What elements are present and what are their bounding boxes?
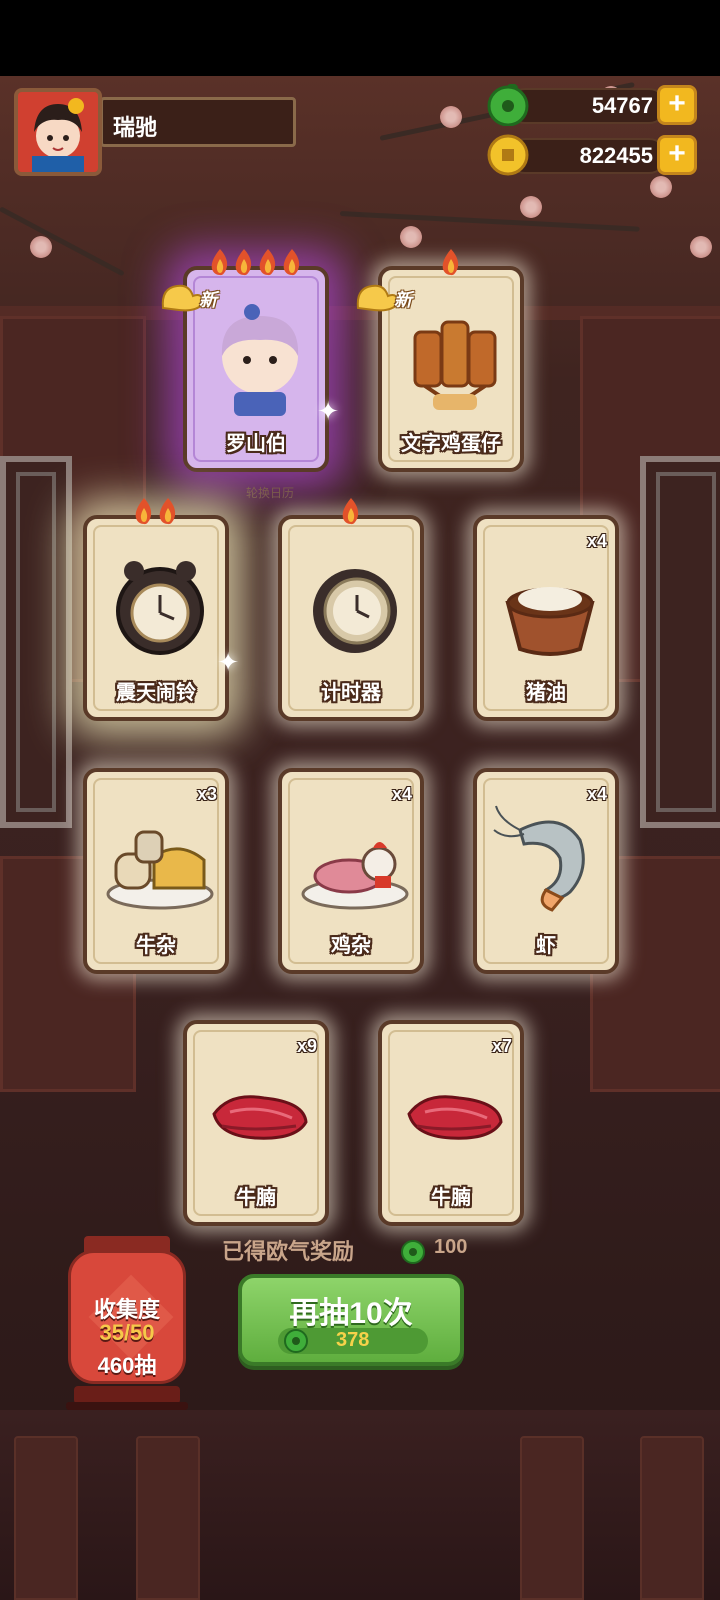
card-label: 震天闹铃 xyxy=(116,682,196,704)
rarity-flames xyxy=(282,497,420,527)
reward-card[interactable]: x4 鸡杂 xyxy=(278,768,424,974)
blossom-branch xyxy=(0,206,125,277)
rarity-flames xyxy=(87,497,225,527)
card-label: 牛杂 xyxy=(136,935,176,957)
blossom-branch xyxy=(339,211,640,232)
add-gold-button[interactable]: + xyxy=(657,135,697,175)
floor xyxy=(0,1410,720,1600)
flame-icon xyxy=(259,249,276,276)
add-jade-button[interactable]: + xyxy=(657,85,697,125)
jade-coin-icon xyxy=(487,84,529,126)
blossom-flower xyxy=(650,176,672,198)
draw-ten-again-button[interactable]: 再抽10次 378 xyxy=(238,1274,464,1366)
gold-coin-icon xyxy=(487,134,529,176)
fence-post xyxy=(14,1436,78,1600)
draw-cost-value: 378 xyxy=(336,1329,370,1351)
player-name: 瑞驰 xyxy=(113,115,158,140)
card-label: 牛腩 xyxy=(431,1187,471,1209)
blossom-flower xyxy=(520,196,542,218)
jade-currency: 54767 + xyxy=(487,84,697,128)
fence-post xyxy=(520,1436,584,1600)
draw-button-label: 再抽10次 xyxy=(289,1297,413,1330)
collection-lantern[interactable]: 收集度 35/50 460抽 xyxy=(66,1236,188,1414)
flame-icon xyxy=(135,498,152,525)
right-window-lattice xyxy=(640,456,720,828)
reward-card[interactable]: x4 猪油 xyxy=(473,515,619,721)
fence-post xyxy=(136,1436,200,1600)
jade-coin-icon xyxy=(401,1240,425,1264)
beef-brisket-icon xyxy=(212,1095,308,1140)
reward-card[interactable]: 新 文字鸡蛋仔 xyxy=(356,249,524,472)
card-label: 文字鸡蛋仔 xyxy=(401,433,501,455)
beef-brisket-icon xyxy=(407,1095,503,1140)
jade-amount: 54767 xyxy=(591,93,653,118)
card-label: 猪油 xyxy=(526,682,566,704)
shrimp-icon xyxy=(493,805,585,912)
card-label: 计时器 xyxy=(321,682,381,704)
flame-icon xyxy=(159,498,176,525)
reward-card[interactable]: x7 牛腩 xyxy=(378,1020,524,1226)
flame-icon xyxy=(442,249,459,276)
character-luoshanbo-icon xyxy=(221,304,299,416)
card-label: 鸡杂 xyxy=(331,935,371,957)
card-label: 牛腩 xyxy=(236,1187,276,1209)
reward-card[interactable]: x4 虾 xyxy=(473,768,619,974)
gold-currency: 822455 + xyxy=(487,134,697,178)
timer-icon xyxy=(313,569,397,653)
reward-card[interactable]: 新 罗山伯 ✦ xyxy=(161,249,339,472)
beef-offal-icon xyxy=(106,830,214,910)
chicken-offal-icon xyxy=(301,842,409,910)
draw-cost: 378 xyxy=(278,1328,428,1354)
rarity-flames xyxy=(382,248,520,278)
card-label: 虾 xyxy=(536,935,556,957)
fence-post xyxy=(640,1436,704,1600)
sparkle-icon: ✦ xyxy=(317,396,339,426)
lard-bowl-icon xyxy=(505,587,595,656)
player-portrait-icon xyxy=(18,92,98,172)
blossom-flower xyxy=(440,106,462,128)
flame-icon xyxy=(235,249,252,276)
reward-card[interactable]: x9 牛腩 xyxy=(183,1020,329,1226)
left-window-lattice xyxy=(0,456,72,828)
blossom-flower xyxy=(690,236,712,258)
blossom-flower xyxy=(30,236,52,258)
rarity-flames xyxy=(187,248,325,278)
gold-amount: 822455 xyxy=(579,143,653,168)
draw-count: 460抽 xyxy=(97,1353,157,1378)
blossom-flower xyxy=(400,226,422,248)
alarm-clock-icon xyxy=(116,561,204,655)
reward-card[interactable]: 震天闹铃 ✦ xyxy=(83,498,239,721)
flame-icon xyxy=(342,498,359,525)
player-name-bar: 瑞驰 xyxy=(100,97,296,147)
avatar[interactable] xyxy=(14,88,102,176)
egg-waffle-skewers-icon xyxy=(413,320,497,410)
luck-reward-value: 100 xyxy=(434,1236,468,1258)
jade-coin-icon xyxy=(284,1329,308,1353)
luck-reward-label: 已得欧气奖励 xyxy=(222,1239,355,1264)
flame-icon xyxy=(211,249,228,276)
sparkle-icon: ✦ xyxy=(217,647,239,677)
reward-card[interactable]: 计时器 xyxy=(278,498,424,721)
collection-progress: 35/50 xyxy=(99,1320,155,1345)
reward-card[interactable]: x3 牛杂 xyxy=(83,768,229,974)
card-label: 罗山伯 xyxy=(226,433,286,455)
flame-icon xyxy=(283,249,300,276)
